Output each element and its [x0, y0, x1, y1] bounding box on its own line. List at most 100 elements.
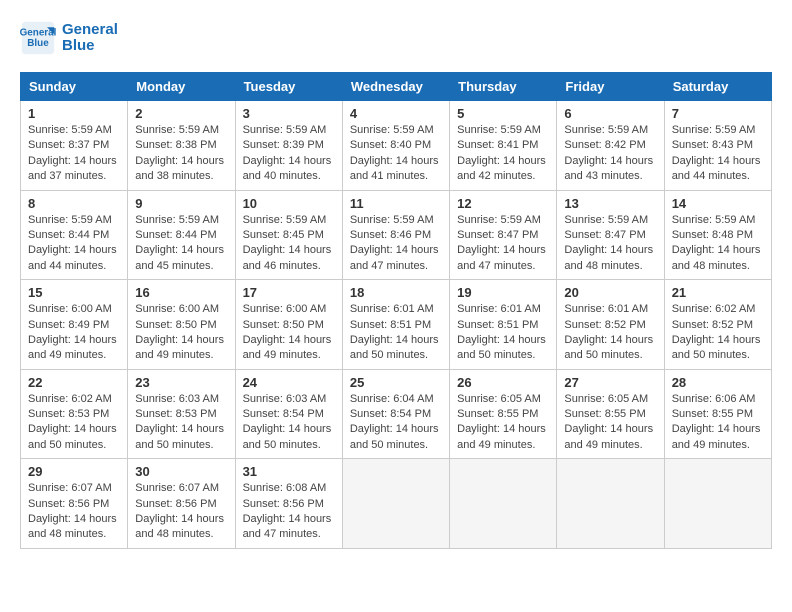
calendar-header-friday: Friday	[557, 73, 664, 101]
calendar-cell: 11 Sunrise: 5:59 AM Sunset: 8:46 PM Dayl…	[342, 190, 449, 280]
calendar-cell: 12 Sunrise: 5:59 AM Sunset: 8:47 PM Dayl…	[450, 190, 557, 280]
calendar-table: SundayMondayTuesdayWednesdayThursdayFrid…	[20, 72, 772, 549]
calendar-cell: 28 Sunrise: 6:06 AM Sunset: 8:55 PM Dayl…	[664, 369, 771, 459]
calendar-cell	[557, 459, 664, 549]
calendar-cell: 19 Sunrise: 6:01 AM Sunset: 8:51 PM Dayl…	[450, 280, 557, 370]
day-number: 4	[350, 106, 442, 121]
day-number: 2	[135, 106, 227, 121]
calendar-cell: 2 Sunrise: 5:59 AM Sunset: 8:38 PM Dayli…	[128, 101, 235, 191]
day-number: 23	[135, 375, 227, 390]
day-number: 27	[564, 375, 656, 390]
calendar-cell: 8 Sunrise: 5:59 AM Sunset: 8:44 PM Dayli…	[21, 190, 128, 280]
calendar-cell: 4 Sunrise: 5:59 AM Sunset: 8:40 PM Dayli…	[342, 101, 449, 191]
day-info: Sunrise: 5:59 AM Sunset: 8:44 PM Dayligh…	[135, 213, 227, 275]
day-number: 3	[243, 106, 335, 121]
calendar-cell: 7 Sunrise: 5:59 AM Sunset: 8:43 PM Dayli…	[664, 101, 771, 191]
calendar-cell: 18 Sunrise: 6:01 AM Sunset: 8:51 PM Dayl…	[342, 280, 449, 370]
calendar-cell: 13 Sunrise: 5:59 AM Sunset: 8:47 PM Dayl…	[557, 190, 664, 280]
calendar-header-wednesday: Wednesday	[342, 73, 449, 101]
day-info: Sunrise: 6:08 AM Sunset: 8:56 PM Dayligh…	[243, 481, 335, 543]
day-info: Sunrise: 6:01 AM Sunset: 8:51 PM Dayligh…	[457, 302, 549, 364]
day-number: 13	[564, 196, 656, 211]
day-info: Sunrise: 6:05 AM Sunset: 8:55 PM Dayligh…	[564, 392, 656, 454]
day-number: 7	[672, 106, 764, 121]
day-info: Sunrise: 5:59 AM Sunset: 8:39 PM Dayligh…	[243, 123, 335, 185]
day-number: 14	[672, 196, 764, 211]
day-info: Sunrise: 6:07 AM Sunset: 8:56 PM Dayligh…	[135, 481, 227, 543]
day-info: Sunrise: 5:59 AM Sunset: 8:47 PM Dayligh…	[457, 213, 549, 275]
day-info: Sunrise: 5:59 AM Sunset: 8:46 PM Dayligh…	[350, 213, 442, 275]
svg-text:Blue: Blue	[27, 38, 49, 49]
calendar-cell: 1 Sunrise: 5:59 AM Sunset: 8:37 PM Dayli…	[21, 101, 128, 191]
day-number: 24	[243, 375, 335, 390]
day-info: Sunrise: 6:02 AM Sunset: 8:53 PM Dayligh…	[28, 392, 120, 454]
day-number: 28	[672, 375, 764, 390]
day-number: 22	[28, 375, 120, 390]
calendar-cell: 23 Sunrise: 6:03 AM Sunset: 8:53 PM Dayl…	[128, 369, 235, 459]
logo-text: GeneralBlue	[62, 22, 118, 55]
day-info: Sunrise: 5:59 AM Sunset: 8:44 PM Dayligh…	[28, 213, 120, 275]
day-info: Sunrise: 5:59 AM Sunset: 8:43 PM Dayligh…	[672, 123, 764, 185]
calendar-cell	[342, 459, 449, 549]
calendar-cell: 17 Sunrise: 6:00 AM Sunset: 8:50 PM Dayl…	[235, 280, 342, 370]
day-number: 11	[350, 196, 442, 211]
day-info: Sunrise: 5:59 AM Sunset: 8:47 PM Dayligh…	[564, 213, 656, 275]
calendar-cell: 21 Sunrise: 6:02 AM Sunset: 8:52 PM Dayl…	[664, 280, 771, 370]
calendar-week-5: 29 Sunrise: 6:07 AM Sunset: 8:56 PM Dayl…	[21, 459, 772, 549]
calendar-header-tuesday: Tuesday	[235, 73, 342, 101]
calendar-cell: 22 Sunrise: 6:02 AM Sunset: 8:53 PM Dayl…	[21, 369, 128, 459]
day-number: 26	[457, 375, 549, 390]
calendar-body: 1 Sunrise: 5:59 AM Sunset: 8:37 PM Dayli…	[21, 101, 772, 549]
calendar-cell: 15 Sunrise: 6:00 AM Sunset: 8:49 PM Dayl…	[21, 280, 128, 370]
calendar-week-1: 1 Sunrise: 5:59 AM Sunset: 8:37 PM Dayli…	[21, 101, 772, 191]
calendar-cell: 30 Sunrise: 6:07 AM Sunset: 8:56 PM Dayl…	[128, 459, 235, 549]
calendar-cell: 25 Sunrise: 6:04 AM Sunset: 8:54 PM Dayl…	[342, 369, 449, 459]
day-info: Sunrise: 6:01 AM Sunset: 8:51 PM Dayligh…	[350, 302, 442, 364]
calendar-cell: 5 Sunrise: 5:59 AM Sunset: 8:41 PM Dayli…	[450, 101, 557, 191]
day-info: Sunrise: 5:59 AM Sunset: 8:48 PM Dayligh…	[672, 213, 764, 275]
day-info: Sunrise: 6:03 AM Sunset: 8:53 PM Dayligh…	[135, 392, 227, 454]
calendar-header-saturday: Saturday	[664, 73, 771, 101]
day-number: 18	[350, 285, 442, 300]
day-info: Sunrise: 6:07 AM Sunset: 8:56 PM Dayligh…	[28, 481, 120, 543]
calendar-header-thursday: Thursday	[450, 73, 557, 101]
calendar-header-monday: Monday	[128, 73, 235, 101]
day-number: 15	[28, 285, 120, 300]
day-info: Sunrise: 5:59 AM Sunset: 8:38 PM Dayligh…	[135, 123, 227, 185]
day-number: 21	[672, 285, 764, 300]
day-number: 1	[28, 106, 120, 121]
calendar-cell: 16 Sunrise: 6:00 AM Sunset: 8:50 PM Dayl…	[128, 280, 235, 370]
calendar-cell: 9 Sunrise: 5:59 AM Sunset: 8:44 PM Dayli…	[128, 190, 235, 280]
day-info: Sunrise: 5:59 AM Sunset: 8:40 PM Dayligh…	[350, 123, 442, 185]
day-number: 29	[28, 464, 120, 479]
day-info: Sunrise: 6:00 AM Sunset: 8:50 PM Dayligh…	[243, 302, 335, 364]
page-header: General Blue GeneralBlue	[20, 20, 772, 56]
calendar-cell: 31 Sunrise: 6:08 AM Sunset: 8:56 PM Dayl…	[235, 459, 342, 549]
day-number: 20	[564, 285, 656, 300]
day-number: 9	[135, 196, 227, 211]
day-info: Sunrise: 5:59 AM Sunset: 8:37 PM Dayligh…	[28, 123, 120, 185]
calendar-cell: 6 Sunrise: 5:59 AM Sunset: 8:42 PM Dayli…	[557, 101, 664, 191]
day-info: Sunrise: 6:00 AM Sunset: 8:50 PM Dayligh…	[135, 302, 227, 364]
calendar-header-sunday: Sunday	[21, 73, 128, 101]
calendar-week-4: 22 Sunrise: 6:02 AM Sunset: 8:53 PM Dayl…	[21, 369, 772, 459]
day-info: Sunrise: 5:59 AM Sunset: 8:42 PM Dayligh…	[564, 123, 656, 185]
day-info: Sunrise: 6:04 AM Sunset: 8:54 PM Dayligh…	[350, 392, 442, 454]
calendar-cell: 24 Sunrise: 6:03 AM Sunset: 8:54 PM Dayl…	[235, 369, 342, 459]
calendar-cell: 3 Sunrise: 5:59 AM Sunset: 8:39 PM Dayli…	[235, 101, 342, 191]
day-number: 12	[457, 196, 549, 211]
day-info: Sunrise: 6:01 AM Sunset: 8:52 PM Dayligh…	[564, 302, 656, 364]
day-info: Sunrise: 5:59 AM Sunset: 8:45 PM Dayligh…	[243, 213, 335, 275]
day-number: 6	[564, 106, 656, 121]
day-info: Sunrise: 6:06 AM Sunset: 8:55 PM Dayligh…	[672, 392, 764, 454]
day-number: 17	[243, 285, 335, 300]
day-number: 19	[457, 285, 549, 300]
day-info: Sunrise: 6:00 AM Sunset: 8:49 PM Dayligh…	[28, 302, 120, 364]
day-info: Sunrise: 6:03 AM Sunset: 8:54 PM Dayligh…	[243, 392, 335, 454]
logo-icon: General Blue	[20, 20, 56, 56]
day-info: Sunrise: 6:05 AM Sunset: 8:55 PM Dayligh…	[457, 392, 549, 454]
day-number: 30	[135, 464, 227, 479]
day-number: 16	[135, 285, 227, 300]
logo: General Blue GeneralBlue	[20, 20, 118, 56]
day-number: 5	[457, 106, 549, 121]
